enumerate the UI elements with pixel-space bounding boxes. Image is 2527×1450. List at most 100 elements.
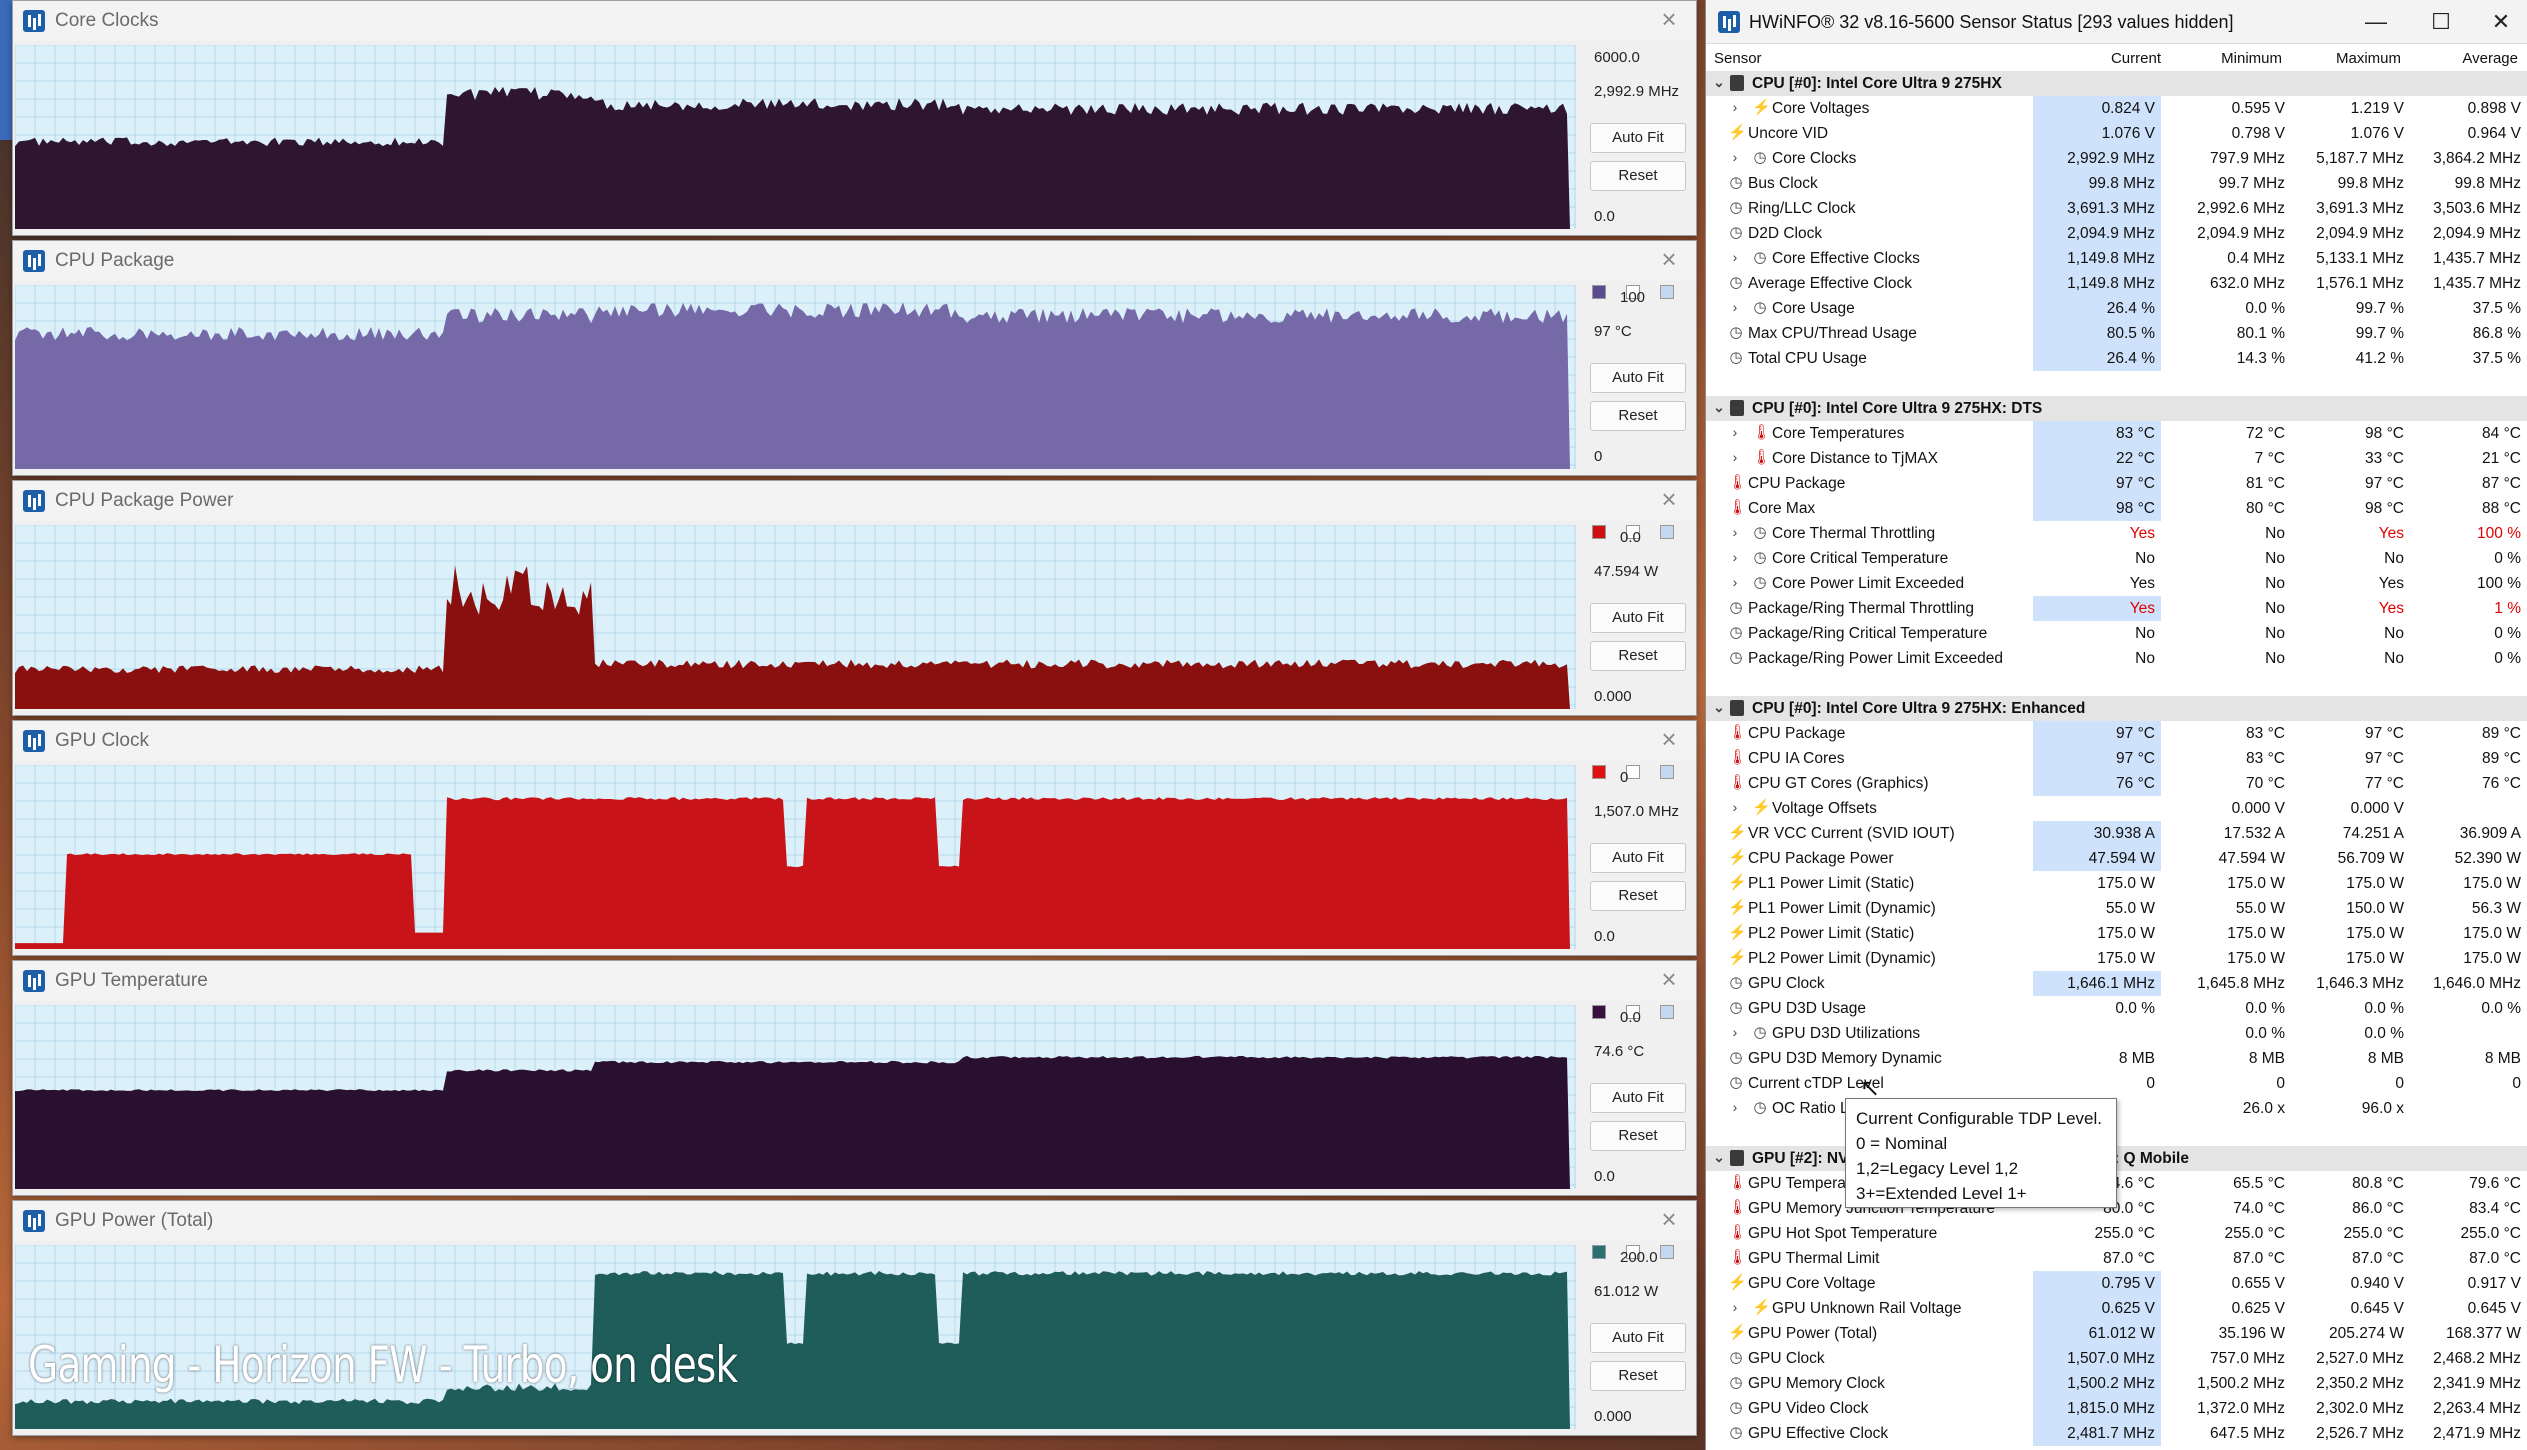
expand-icon[interactable]: › <box>1728 549 1742 565</box>
sensor-row[interactable]: 🌡 CPU Package 97 °C 83 °C 97 °C 89 °C <box>1706 721 2527 746</box>
reset-button[interactable]: Reset <box>1590 641 1686 671</box>
sensor-row[interactable]: ◷ Bus Clock 99.8 MHz 99.7 MHz 99.8 MHz 9… <box>1706 171 2527 196</box>
sensor-group-header[interactable]: ⌄ CPU [#0]: Intel Core Ultra 9 275HX: DT… <box>1706 396 2527 421</box>
graph-titlebar[interactable]: GPU Temperature × <box>13 961 1696 1001</box>
sensor-row[interactable]: 🌡 CPU Package 97 °C 81 °C 97 °C 87 °C <box>1706 471 2527 496</box>
maximize-button[interactable]: ☐ <box>2421 6 2461 38</box>
graph-close-icon[interactable]: × <box>1656 6 1682 33</box>
sensor-row[interactable]: 🌡 CPU IA Cores 97 °C 83 °C 97 °C 89 °C <box>1706 746 2527 771</box>
sensor-row[interactable]: ◷ Average Effective Clock 1,149.8 MHz 63… <box>1706 271 2527 296</box>
sensor-row[interactable]: › ◷ GPU D3D Utilizations 0.0 % 0.0 % <box>1706 1021 2527 1046</box>
color-swatch[interactable] <box>1592 285 1606 299</box>
sensor-row[interactable]: › 🌡 Core Distance to TjMAX 22 °C 7 °C 33… <box>1706 446 2527 471</box>
sensor-row[interactable]: ⚡ GPU Power (Total) 61.012 W 35.196 W 20… <box>1706 1321 2527 1346</box>
sensor-row[interactable]: 🌡 GPU Hot Spot Temperature 255.0 °C 255.… <box>1706 1221 2527 1246</box>
sensor-row[interactable]: ⚡ GPU Core Voltage 0.795 V 0.655 V 0.940… <box>1706 1271 2527 1296</box>
sensor-row[interactable]: ◷ GPU Effective Clock 2,481.7 MHz 647.5 … <box>1706 1421 2527 1446</box>
color-swatch[interactable] <box>1660 525 1674 539</box>
color-swatch[interactable] <box>1592 1245 1606 1259</box>
col-maximum[interactable]: Maximum <box>2291 50 2401 67</box>
color-swatch[interactable] <box>1660 1245 1674 1259</box>
collapse-icon[interactable]: ⌄ <box>1712 699 1726 716</box>
expand-icon[interactable]: › <box>1728 449 1742 465</box>
sensor-row[interactable]: ◷ Total CPU Usage 26.4 % 14.3 % 41.2 % 3… <box>1706 346 2527 371</box>
auto-fit-button[interactable]: Auto Fit <box>1590 363 1686 393</box>
graph-window[interactable]: Core Clocks × 6000.0 2,992.9 MHz Auto Fi… <box>12 0 1697 236</box>
sensor-row[interactable]: ◷ GPU Clock 1,507.0 MHz 757.0 MHz 2,527.… <box>1706 1346 2527 1371</box>
sensor-row[interactable]: ⚡ PL1 Power Limit (Static) 175.0 W 175.0… <box>1706 871 2527 896</box>
graph-window[interactable]: GPU Temperature × 0.0 74.6 °C Auto Fit R… <box>12 960 1697 1196</box>
graph-window[interactable]: GPU Clock × 0 1,507.0 MHz Auto Fit Reset… <box>12 720 1697 956</box>
sensor-row[interactable]: ◷ GPU Clock 1,646.1 MHz 1,645.8 MHz 1,64… <box>1706 971 2527 996</box>
sensor-row[interactable]: ⚡ Uncore VID 1.076 V 0.798 V 1.076 V 0.9… <box>1706 121 2527 146</box>
collapse-icon[interactable]: ⌄ <box>1712 74 1726 91</box>
col-current[interactable]: Current <box>2051 50 2161 67</box>
graph-titlebar[interactable]: GPU Clock × <box>13 721 1696 761</box>
auto-fit-button[interactable]: Auto Fit <box>1590 843 1686 873</box>
sensor-row[interactable]: ◷ Ring/LLC Clock 3,691.3 MHz 2,992.6 MHz… <box>1706 196 2527 221</box>
sensor-row[interactable]: › ⚡ Voltage Offsets 0.000 V 0.000 V <box>1706 796 2527 821</box>
sensor-row[interactable]: ◷ Package/Ring Critical Temperature No N… <box>1706 621 2527 646</box>
minimize-button[interactable]: — <box>2356 6 2396 38</box>
col-minimum[interactable]: Minimum <box>2172 50 2282 67</box>
sensor-row[interactable]: › ⚡ GPU Unknown Rail Voltage 0.625 V 0.6… <box>1706 1296 2527 1321</box>
expand-icon[interactable]: › <box>1728 574 1742 590</box>
col-sensor[interactable]: Sensor <box>1714 50 1762 67</box>
expand-icon[interactable]: › <box>1728 424 1742 440</box>
sensor-row[interactable]: ◷ D2D Clock 2,094.9 MHz 2,094.9 MHz 2,09… <box>1706 221 2527 246</box>
sensor-row[interactable]: › ⚡ Core Voltages 0.824 V 0.595 V 1.219 … <box>1706 96 2527 121</box>
expand-icon[interactable]: › <box>1728 249 1742 265</box>
color-swatch[interactable] <box>1660 1005 1674 1019</box>
expand-icon[interactable]: › <box>1728 1024 1742 1040</box>
sensor-row[interactable]: ⚡ PL2 Power Limit (Dynamic) 175.0 W 175.… <box>1706 946 2527 971</box>
sensor-row[interactable]: › ◷ Core Clocks 2,992.9 MHz 797.9 MHz 5,… <box>1706 146 2527 171</box>
sensor-row[interactable]: › ◷ Core Effective Clocks 1,149.8 MHz 0.… <box>1706 246 2527 271</box>
graph-close-icon[interactable]: × <box>1656 1206 1682 1233</box>
graph-close-icon[interactable]: × <box>1656 246 1682 273</box>
color-swatch[interactable] <box>1592 765 1606 779</box>
sensor-row[interactable]: ⚡ PL2 Power Limit (Static) 175.0 W 175.0… <box>1706 921 2527 946</box>
sensor-row[interactable]: ◷ Current cTDP Level 0 0 0 0 <box>1706 1071 2527 1096</box>
auto-fit-button[interactable]: Auto Fit <box>1590 1083 1686 1113</box>
color-swatch[interactable] <box>1592 525 1606 539</box>
color-swatch[interactable] <box>1660 765 1674 779</box>
close-button[interactable]: ✕ <box>2481 6 2521 38</box>
hwinfo-titlebar[interactable]: HWiNFO® 32 v8.16-5600 Sensor Status [293… <box>1706 0 2527 44</box>
sensor-row[interactable]: ⚡ VR VCC Current (SVID IOUT) 30.938 A 17… <box>1706 821 2527 846</box>
graph-titlebar[interactable]: CPU Package Power × <box>13 481 1696 521</box>
sensor-row[interactable]: ◷ Max CPU/Thread Usage 80.5 % 80.1 % 99.… <box>1706 321 2527 346</box>
reset-button[interactable]: Reset <box>1590 1121 1686 1151</box>
sensor-row[interactable]: › 🌡 Core Temperatures 83 °C 72 °C 98 °C … <box>1706 421 2527 446</box>
auto-fit-button[interactable]: Auto Fit <box>1590 123 1686 153</box>
expand-icon[interactable]: › <box>1728 99 1742 115</box>
sensor-row[interactable]: 🌡 CPU GT Cores (Graphics) 76 °C 70 °C 77… <box>1706 771 2527 796</box>
expand-icon[interactable]: › <box>1728 299 1742 315</box>
sensor-row[interactable]: ◷ GPU D3D Memory Dynamic 8 MB 8 MB 8 MB … <box>1706 1046 2527 1071</box>
graph-close-icon[interactable]: × <box>1656 726 1682 753</box>
graph-titlebar[interactable]: CPU Package × <box>13 241 1696 281</box>
collapse-icon[interactable]: ⌄ <box>1712 1149 1726 1166</box>
auto-fit-button[interactable]: Auto Fit <box>1590 1323 1686 1353</box>
graph-window[interactable]: CPU Package Power × 0.0 47.594 W Auto Fi… <box>12 480 1697 716</box>
sensor-row[interactable]: › ◷ Core Thermal Throttling Yes No Yes 1… <box>1706 521 2527 546</box>
reset-button[interactable]: Reset <box>1590 1361 1686 1391</box>
sensor-row[interactable]: ◷ GPU Memory Clock 1,500.2 MHz 1,500.2 M… <box>1706 1371 2527 1396</box>
graph-window[interactable]: GPU Power (Total) × 200.0 61.012 W Auto … <box>12 1200 1697 1436</box>
graph-close-icon[interactable]: × <box>1656 966 1682 993</box>
expand-icon[interactable]: › <box>1728 149 1742 165</box>
sensor-row[interactable]: ⚡ PL1 Power Limit (Dynamic) 55.0 W 55.0 … <box>1706 896 2527 921</box>
col-average[interactable]: Average <box>2408 50 2518 67</box>
sensor-row[interactable]: › ◷ Core Usage 26.4 % 0.0 % 99.7 % 37.5 … <box>1706 296 2527 321</box>
sensor-row[interactable]: ◷ GPU D3D Usage 0.0 % 0.0 % 0.0 % 0.0 % <box>1706 996 2527 1021</box>
sensor-group-header[interactable]: ⌄ CPU [#0]: Intel Core Ultra 9 275HX <box>1706 71 2527 96</box>
graph-titlebar[interactable]: GPU Power (Total) × <box>13 1201 1696 1241</box>
sensor-row[interactable]: 🌡 Core Max 98 °C 80 °C 98 °C 88 °C <box>1706 496 2527 521</box>
sensor-row[interactable]: ◷ Package/Ring Power Limit Exceeded No N… <box>1706 646 2527 671</box>
expand-icon[interactable]: › <box>1728 799 1742 815</box>
collapse-icon[interactable]: ⌄ <box>1712 399 1726 416</box>
expand-icon[interactable]: › <box>1728 524 1742 540</box>
auto-fit-button[interactable]: Auto Fit <box>1590 603 1686 633</box>
graph-titlebar[interactable]: Core Clocks × <box>13 1 1696 41</box>
sensor-row[interactable]: ◷ GPU Video Clock 1,815.0 MHz 1,372.0 MH… <box>1706 1396 2527 1421</box>
graph-close-icon[interactable]: × <box>1656 486 1682 513</box>
